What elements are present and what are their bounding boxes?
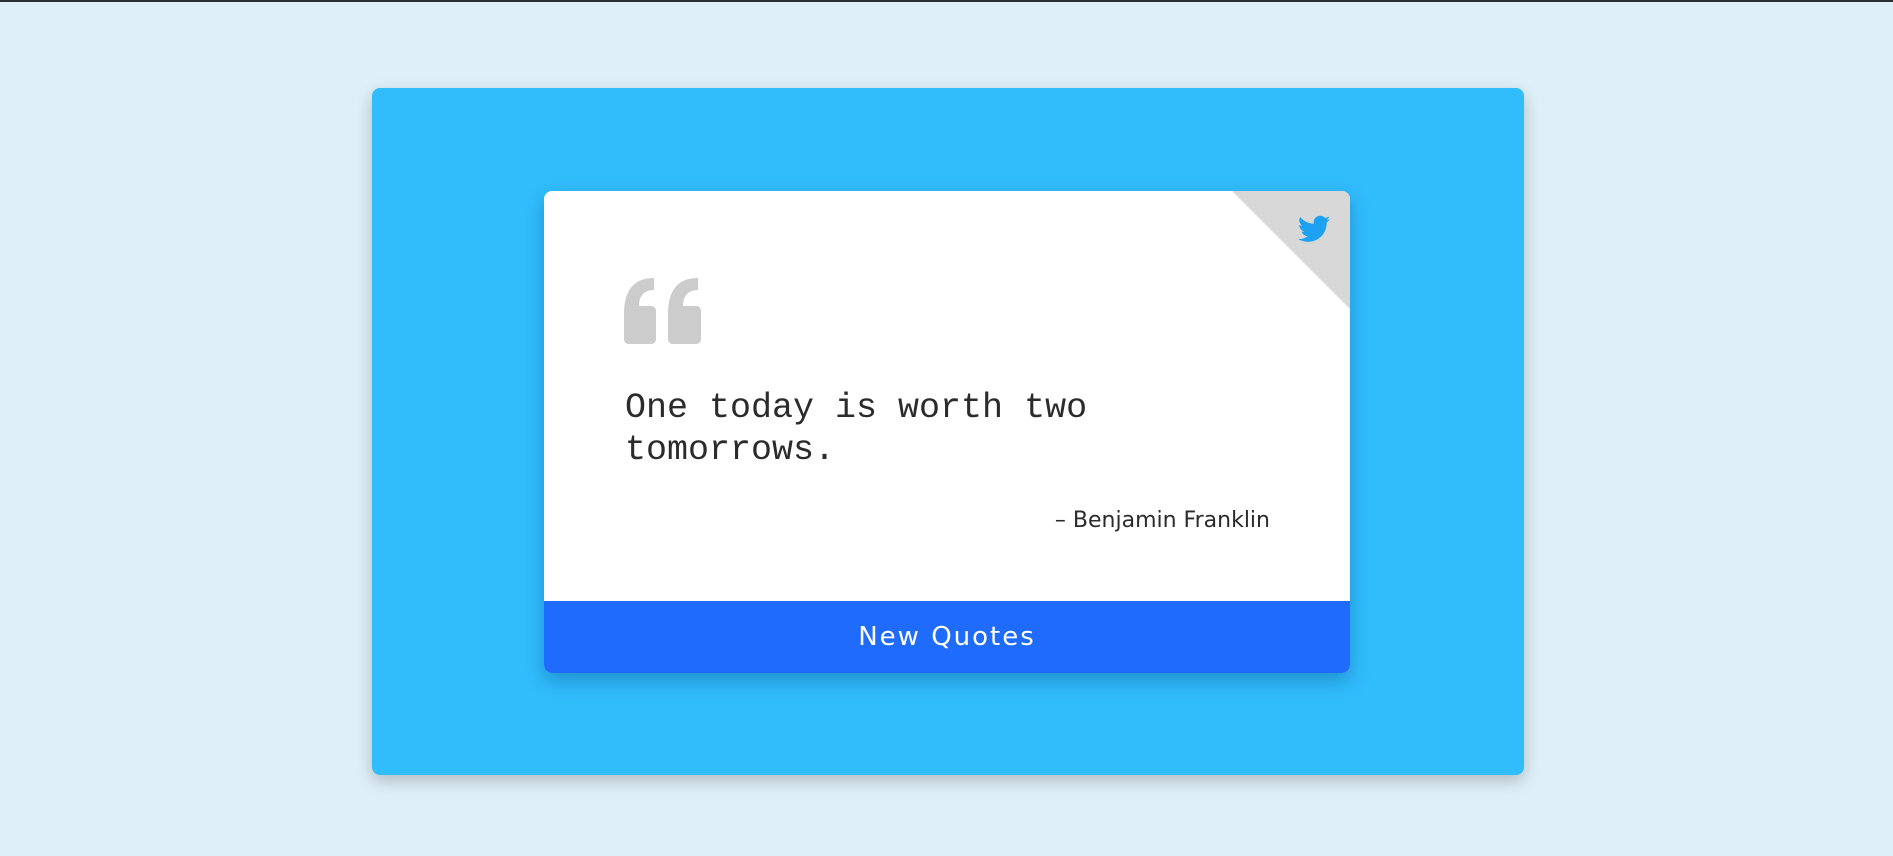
corner-fold xyxy=(1232,191,1350,309)
quote-card: One today is worth two tomorrows. – Benj… xyxy=(544,191,1350,673)
top-border xyxy=(0,0,1893,2)
twitter-icon xyxy=(1298,215,1330,242)
new-quote-button[interactable]: New Quotes xyxy=(544,601,1350,673)
quote-text: One today is worth two tomorrows. xyxy=(625,388,1088,470)
quote-panel: One today is worth two tomorrows. – Benj… xyxy=(372,88,1524,775)
double-quote-icon xyxy=(624,278,701,344)
tweet-button[interactable] xyxy=(1298,215,1330,243)
quote-author: – Benjamin Franklin xyxy=(1054,508,1270,533)
